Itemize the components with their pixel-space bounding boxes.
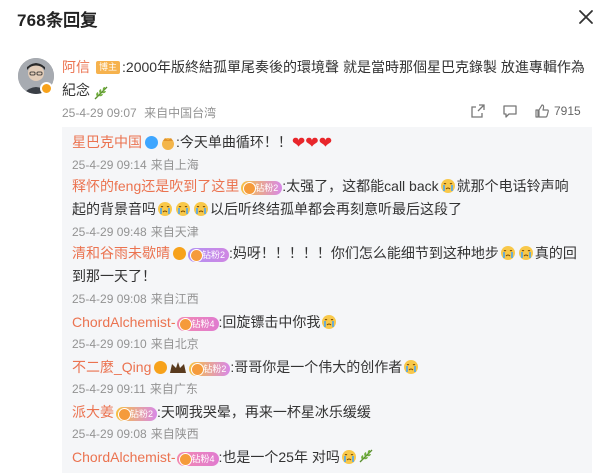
heart-emoji-icon: ❤❤❤ <box>291 135 333 152</box>
reply-button[interactable] <box>502 103 518 119</box>
comment-meta: 25-4-29 09:07 来自中国台湾 <box>62 104 220 121</box>
crown-icon <box>170 362 187 373</box>
reply-date: 25-4-29 09:14 <box>72 158 147 172</box>
reply-username[interactable]: ChordAlchemist- <box>72 449 175 465</box>
reply-username[interactable]: 释怀的feng还是吹到了这里 <box>72 178 239 194</box>
crying-emoji-icon <box>341 449 357 465</box>
comment-actions: 7915 <box>470 101 597 121</box>
crying-emoji-icon <box>500 245 516 261</box>
comment-icon <box>503 105 517 118</box>
comment-date: 25-4-29 09:07 <box>62 106 137 120</box>
crying-emoji-icon <box>403 359 419 375</box>
reply-content: :哥哥你是一个伟大的创作者 <box>230 359 403 375</box>
reply-count-title: 768条回复 <box>17 11 98 30</box>
reply-content: :妈呀！！！！！你们怎么能细节到这种地步 <box>229 245 499 261</box>
reply-date: 25-4-29 09:48 <box>72 225 147 239</box>
reply-username[interactable]: 星巴克中国 <box>72 134 142 150</box>
reply-location: 来自上海 <box>150 158 199 172</box>
share-button[interactable] <box>470 103 486 119</box>
verified-icon <box>173 247 186 260</box>
fan-level-badge: 钻粉4 <box>177 317 219 331</box>
fan-level-badge: 钻粉2 <box>241 181 283 195</box>
reply-meta: 25-4-29 09:10 来自北京 <box>72 335 203 352</box>
verified-badge-icon <box>40 82 53 95</box>
crying-emoji-icon <box>193 201 209 217</box>
list-item: ChordAlchemist- 钻粉4:也是一个25年 对吗 <box>72 446 582 469</box>
reply-content: :太强了，这都能call back <box>282 178 439 194</box>
reply-username[interactable]: 不二麼_Qing <box>72 359 151 375</box>
thumbs-up-icon <box>535 104 549 118</box>
reply-content: :天啊我哭晕，再来一杯星冰乐缓缓 <box>157 404 371 420</box>
reply-content: :也是一个25年 对吗 <box>218 449 340 465</box>
list-item: 派大姜 钻粉2:天啊我哭晕，再来一杯星冰乐缓缓 <box>72 401 582 424</box>
fan-level-badge: 钻粉4 <box>177 452 219 466</box>
main-comment-text: 阿信 博主:2000年版終結孤單尾奏後的環境聲 就是當時那個星巴克錄製 放進專輯作… <box>62 56 588 102</box>
reply-location: 来自天津 <box>150 225 199 239</box>
fan-level-badge: 钻粉2 <box>189 362 231 376</box>
dialog-header: 768条回复 <box>0 0 600 34</box>
fan-level-badge: 钻粉2 <box>116 407 158 421</box>
reply-meta: 25-4-29 09:08 来自江西 <box>72 290 203 307</box>
reply-meta: 25-4-29 09:08 来自陕西 <box>72 425 203 442</box>
verified-icon <box>145 136 158 149</box>
like-button[interactable]: 7915 <box>534 103 581 119</box>
list-item: 星巴克中国 :今天单曲循环！！❤❤❤ <box>72 131 582 155</box>
reply-content: 以后听终结孤单都会再刻意听最后这段了 <box>210 201 462 217</box>
blogger-tag: 博主 <box>96 61 121 74</box>
list-item: 清和谷雨未歇晴 钻粉2:妈呀！！！！！你们怎么能细节到这种地步 真的回到那一天了！ <box>72 242 582 288</box>
close-icon <box>579 10 593 24</box>
reply-date: 25-4-29 09:11 <box>72 382 146 396</box>
reply-date: 25-4-29 09:08 <box>72 292 147 306</box>
fan-level-badge: 钻粉2 <box>188 248 230 262</box>
crying-emoji-icon <box>157 201 173 217</box>
leaf-emoji-icon <box>359 449 373 463</box>
reply-location: 来自广东 <box>149 382 198 396</box>
reply-content: :今天单曲循环！！ <box>176 134 292 150</box>
comment-content: :2000年版終結孤單尾奏後的環境聲 就是當時那個星巴克錄製 放進專輯作為紀念 <box>62 59 585 98</box>
reply-meta: 25-4-29 09:48 来自天津 <box>72 223 203 240</box>
list-item: 不二麼_Qing 钻粉2:哥哥你是一个伟大的创作者 <box>72 356 582 379</box>
reply-meta: 25-4-29 09:14 来自上海 <box>72 156 203 173</box>
reply-location: 来自陕西 <box>150 427 199 441</box>
reply-content: :回旋镖击中你我 <box>218 314 321 330</box>
close-button[interactable] <box>574 5 598 29</box>
reply-meta: 25-4-29 09:11 来自广东 <box>72 380 202 397</box>
crying-emoji-icon <box>518 245 534 261</box>
crown-icon <box>162 138 174 150</box>
crying-emoji-icon <box>440 178 456 194</box>
comment-username[interactable]: 阿信 <box>62 59 90 75</box>
reply-username[interactable]: ChordAlchemist- <box>72 314 175 330</box>
crying-emoji-icon <box>321 314 337 330</box>
reply-location: 来自江西 <box>150 292 199 306</box>
reply-username[interactable]: 清和谷雨未歇晴 <box>72 245 170 261</box>
comment-location: 来自中国台湾 <box>144 106 217 120</box>
reply-location: 来自北京 <box>150 337 199 351</box>
verified-icon <box>154 361 168 374</box>
crying-emoji-icon <box>175 201 191 217</box>
reply-list: 星巴克中国 :今天单曲循环！！❤❤❤ 25-4-29 09:14 来自上海 释怀的f… <box>62 127 592 473</box>
reply-date: 25-4-29 09:08 <box>72 427 147 441</box>
leaf-emoji-icon <box>94 86 108 100</box>
list-item: 释怀的feng还是吹到了这里 钻粉2:太强了，这都能call back 就那个电话铃… <box>72 175 582 221</box>
list-item: ChordAlchemist- 钻粉4:回旋镖击中你我 <box>72 311 582 334</box>
reply-date: 25-4-29 09:10 <box>72 337 147 351</box>
share-icon <box>471 104 485 118</box>
like-count: 7915 <box>554 104 581 118</box>
reply-username[interactable]: 派大姜 <box>72 404 114 420</box>
